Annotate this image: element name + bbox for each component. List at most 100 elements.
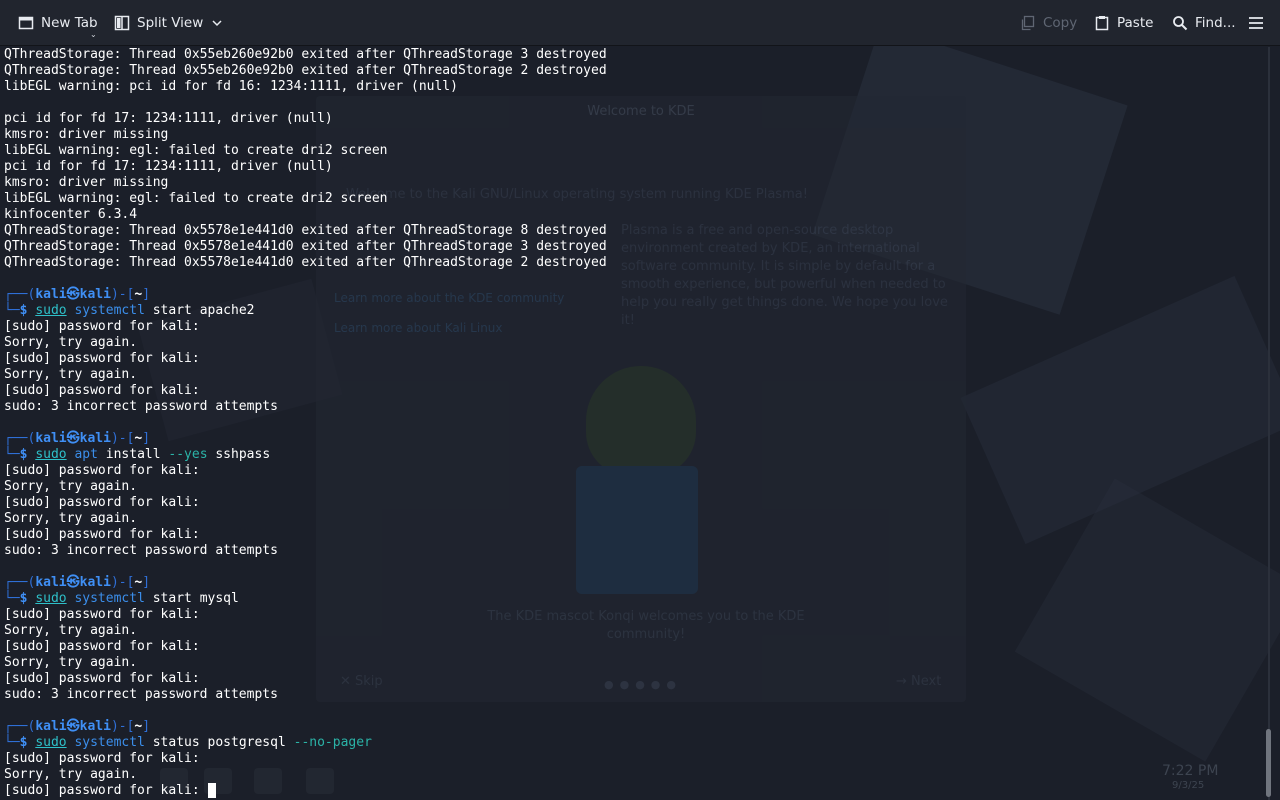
command-name: systemctl <box>74 591 145 606</box>
scrollbar-thumb[interactable] <box>1266 729 1271 797</box>
split-view-label: Split View <box>137 15 204 31</box>
find-label: Find... <box>1195 15 1236 31</box>
output-line: libEGL warning: egl: failed to create dr… <box>4 143 388 158</box>
prompt-user: kali㉿kali <box>35 431 111 446</box>
prompt-frame: └─ <box>4 591 20 606</box>
prompt-frame: └─ <box>4 447 20 462</box>
command-arg: start apache2 <box>152 303 255 318</box>
split-view-button[interactable]: Split View <box>106 8 232 38</box>
command-arg: install <box>105 447 161 462</box>
prompt-frame: ┌──( <box>4 719 36 734</box>
output-line: QThreadStorage: Thread 0x5578e1e441d0 ex… <box>4 255 607 270</box>
command-arg: start mysql <box>152 591 239 606</box>
command-arg: sshpass <box>215 447 271 462</box>
output-line: Sorry, try again. <box>4 655 138 670</box>
prompt-line: ┌──(kali㉿kali)-[~] <box>0 575 1258 591</box>
prompt-frame: ] <box>142 287 151 302</box>
prompt-frame: └─ <box>4 303 20 318</box>
output-line: kinfocenter 6.3.4 <box>4 207 138 222</box>
output-line: pci id for fd 17: 1234:1111, driver (nul… <box>4 159 333 174</box>
paste-icon <box>1095 16 1109 31</box>
command-line: └─$ sudo systemctl status postgresql --n… <box>0 735 1258 751</box>
prompt-frame: ] <box>142 431 151 446</box>
prompt-line: ┌──(kali㉿kali)-[~] <box>0 431 1258 447</box>
output-line: Sorry, try again. <box>4 335 138 350</box>
output-line: libEGL warning: egl: failed to create dr… <box>4 191 388 206</box>
terminal-output[interactable]: QThreadStorage: Thread 0x55eb260e92b0 ex… <box>0 47 1258 800</box>
output-line: [sudo] password for kali: <box>4 383 200 398</box>
command-line: └─$ sudo systemctl start apache2 <box>0 303 1258 319</box>
prompt-symbol: $ <box>19 447 36 462</box>
prompt-frame: └─ <box>4 735 20 750</box>
prompt-symbol: $ <box>19 303 36 318</box>
command-line: └─$ sudo systemctl start mysql <box>0 591 1258 607</box>
output-line: [sudo] password for kali: <box>0 783 1258 799</box>
copy-button[interactable]: Copy <box>1012 8 1085 38</box>
output-line: [sudo] password for kali: <box>4 319 200 334</box>
prompt-frame: ] <box>142 575 151 590</box>
output-line: [sudo] password for kali: <box>4 639 200 654</box>
command-sudo: sudo <box>35 447 67 462</box>
new-tab-dropdown-arrow-icon[interactable]: ⌄ <box>90 30 97 39</box>
output-line: Sorry, try again. <box>4 623 138 638</box>
output-line: [sudo] password for kali: <box>4 751 200 766</box>
output-line: kmsro: driver missing <box>4 127 169 142</box>
split-view-icon <box>114 15 130 31</box>
copy-icon <box>1021 15 1035 31</box>
prompt-frame: )-[ <box>110 575 135 590</box>
prompt-line: ┌──(kali㉿kali)-[~] <box>0 287 1258 303</box>
command-sudo: sudo <box>35 303 67 318</box>
output-line: sudo: 3 incorrect password attempts <box>4 543 278 558</box>
hamburger-menu-button[interactable] <box>1240 8 1272 38</box>
search-icon <box>1173 16 1188 31</box>
output-line: [sudo] password for kali: <box>4 463 200 478</box>
output-line: sudo: 3 incorrect password attempts <box>4 399 278 414</box>
output-line: [sudo] password for kali: <box>4 351 200 366</box>
command-flag: --yes <box>168 447 208 462</box>
command-flag: --no-pager <box>293 735 372 750</box>
prompt-frame: ┌──( <box>4 575 36 590</box>
new-tab-icon <box>18 16 34 30</box>
output-line: QThreadStorage: Thread 0x55eb260e92b0 ex… <box>4 63 607 78</box>
prompt-symbol: $ <box>19 735 36 750</box>
paste-label: Paste <box>1117 15 1154 31</box>
prompt-frame: )-[ <box>110 431 135 446</box>
output-line: [sudo] password for kali: <box>4 495 200 510</box>
output-line: sudo: 3 incorrect password attempts <box>4 687 278 702</box>
prompt-symbol: $ <box>19 591 36 606</box>
hamburger-menu-icon <box>1249 17 1263 29</box>
chevron-down-icon <box>212 20 222 27</box>
output-line: pci id for fd 17: 1234:1111, driver (nul… <box>4 111 333 126</box>
output-line: [sudo] password for kali: <box>4 671 200 686</box>
output-line: kmsro: driver missing <box>4 175 169 190</box>
output-line: Sorry, try again. <box>4 479 138 494</box>
new-tab-label: New Tab <box>41 15 98 31</box>
output-line: QThreadStorage: Thread 0x5578e1e441d0 ex… <box>4 239 607 254</box>
command-sudo: sudo <box>35 591 67 606</box>
copy-label: Copy <box>1043 15 1078 31</box>
command-arg: status postgresql <box>152 735 286 750</box>
paste-button[interactable]: Paste <box>1086 8 1161 38</box>
prompt-frame: ] <box>142 719 151 734</box>
prompt-user: kali㉿kali <box>35 719 111 734</box>
prompt-frame: )-[ <box>110 719 135 734</box>
prompt-line: ┌──(kali㉿kali)-[~] <box>0 719 1258 735</box>
output-line: [sudo] password for kali: <box>4 527 200 542</box>
output-line: libEGL warning: pci id for fd 16: 1234:1… <box>4 79 458 94</box>
terminal-scrollbar[interactable] <box>1258 47 1280 800</box>
command-line: └─$ sudo apt install --yes sshpass <box>0 447 1258 463</box>
prompt-frame: ┌──( <box>4 287 36 302</box>
text-cursor <box>207 783 216 798</box>
command-sudo: sudo <box>35 735 67 750</box>
konsole-toolbar: New Tab ⌄ Split View Copy Paste Find... <box>0 0 1280 46</box>
scrollbar-track[interactable] <box>1268 47 1270 800</box>
output-line: QThreadStorage: Thread 0x5578e1e441d0 ex… <box>4 223 607 238</box>
prompt-frame: ┌──( <box>4 431 36 446</box>
command-name: systemctl <box>74 735 145 750</box>
find-button[interactable]: Find... <box>1164 8 1244 38</box>
output-line: Sorry, try again. <box>4 767 138 782</box>
